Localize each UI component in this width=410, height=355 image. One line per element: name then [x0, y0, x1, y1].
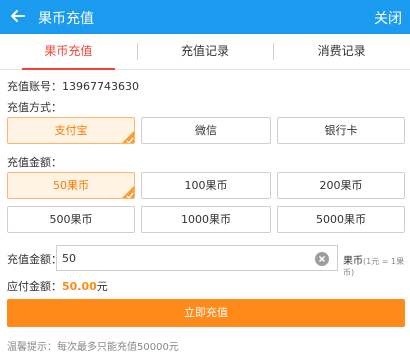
account-row: 充值账号：13967743630: [7, 78, 139, 94]
payable-row: 应付金额：50.00元: [7, 278, 108, 294]
amount-option-100[interactable]: 100果币: [141, 172, 271, 199]
payable-label: 应付金额：: [7, 280, 62, 293]
payment-method-label: 充值方式：: [7, 101, 62, 114]
amount-option-label: 200果币: [319, 179, 363, 192]
close-button[interactable]: 关闭: [374, 8, 402, 28]
method-option-wechat[interactable]: 微信: [141, 117, 271, 144]
selected-check-icon: [120, 129, 134, 143]
payable-amount: 50.00: [62, 280, 97, 293]
tab-consumption-records[interactable]: 消费记录: [273, 34, 410, 69]
top-bar: 果币充值 关闭: [0, 0, 410, 34]
amount-option-50[interactable]: 50果币: [7, 172, 135, 199]
amount-option-1000[interactable]: 1000果币: [141, 206, 271, 233]
tab-recharge-records[interactable]: 充值记录: [136, 34, 274, 69]
tab-recharge[interactable]: 果币充值: [0, 34, 137, 70]
amount-option-label: 5000果币: [316, 213, 366, 226]
amount-option-label: 100果币: [184, 179, 228, 192]
clear-icon[interactable]: [315, 251, 329, 266]
selected-check-icon: [120, 184, 134, 198]
custom-amount-label: 充值金额：: [7, 253, 62, 266]
unit-label: 果币: [343, 256, 363, 267]
currency-unit: 果币(1元 = 1果币): [343, 252, 405, 278]
tip-text: 温馨提示：每次最多只能充值50000元: [7, 342, 179, 353]
custom-amount-row: 充值金额： 果币(1元 = 1果币): [7, 245, 405, 277]
tab-bar: 果币充值 充值记录 消费记录: [0, 34, 410, 70]
amount-option-200[interactable]: 200果币: [277, 172, 405, 199]
amount-option-label: 50果币: [53, 179, 89, 192]
amount-input[interactable]: [56, 245, 338, 271]
method-option-label: 银行卡: [324, 124, 358, 137]
account-value: 13967743630: [62, 80, 139, 93]
method-option-label: 微信: [195, 124, 217, 137]
recharge-panel: 充值账号：13967743630 充值方式： 支付宝 微信 银行卡 充值金额： …: [0, 70, 410, 355]
amount-option-500[interactable]: 500果币: [7, 206, 135, 233]
page-title: 果币充值: [38, 11, 94, 27]
recharge-now-button[interactable]: 立即充值: [7, 299, 405, 327]
method-option-bankcard[interactable]: 银行卡: [277, 117, 405, 144]
amount-section-label: 充值金额：: [7, 156, 62, 169]
account-label: 充值账号：: [7, 80, 62, 93]
amount-option-label: 1000果币: [181, 213, 231, 226]
amount-option-5000[interactable]: 5000果币: [277, 206, 405, 233]
method-option-alipay[interactable]: 支付宝: [7, 117, 135, 144]
amount-option-label: 500果币: [49, 213, 93, 226]
back-arrow-icon[interactable]: [6, 4, 30, 28]
method-option-label: 支付宝: [54, 124, 88, 137]
payable-currency: 元: [96, 280, 108, 293]
